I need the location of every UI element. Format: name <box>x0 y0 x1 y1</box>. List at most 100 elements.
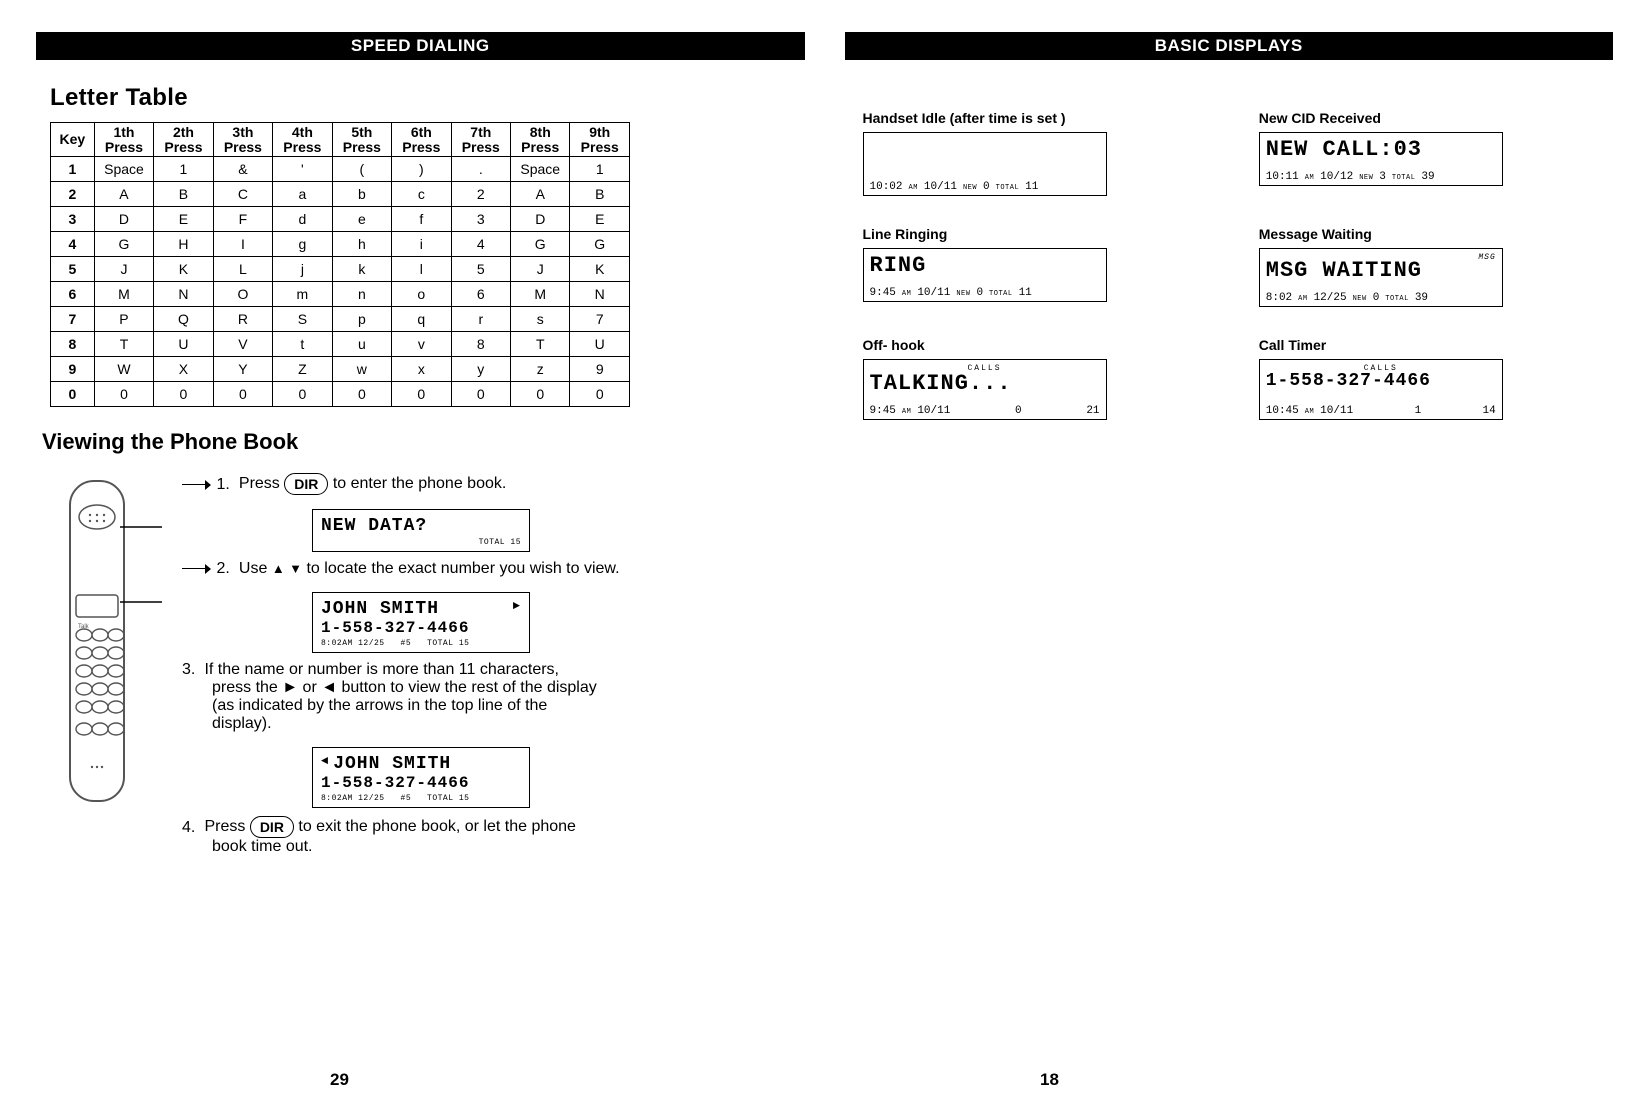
letter-table-cell: y <box>451 357 510 382</box>
card-new-cid: New CID Received NEW CALL:03 10:11AM 10/… <box>1259 110 1595 196</box>
letter-table-cell: 4 <box>451 232 510 257</box>
letter-table-header: Key <box>51 123 95 157</box>
letter-table-cell: 0 <box>213 382 272 407</box>
handset-icon: Talk <box>42 467 162 827</box>
letter-table-cell: J <box>94 257 153 282</box>
handset-illustration: Talk <box>42 467 162 870</box>
letter-table-cell: i <box>392 232 451 257</box>
speed-dialing-bar: SPEED DIALING <box>36 32 805 60</box>
table-row: 3DEFdef3DE <box>51 207 630 232</box>
letter-table-key: 6 <box>51 282 95 307</box>
letter-table-cell: . <box>451 157 510 182</box>
page-number-left: 29 <box>330 1070 349 1090</box>
letter-table-cell: 0 <box>451 382 510 407</box>
left-page: SPEED DIALING Letter Table Key1thPress2t… <box>36 32 805 870</box>
lcd-john-1: JOHN SMITH ► 1-558-327-4466 8:02AM 12/25… <box>312 592 530 653</box>
letter-table-cell: Space <box>511 157 570 182</box>
letter-table-cell: K <box>570 257 630 282</box>
letter-table-cell: F <box>213 207 272 232</box>
letter-table-cell: 1 <box>154 157 213 182</box>
letter-table-cell: 1 <box>570 157 630 182</box>
letter-table-header: 3thPress <box>213 123 272 157</box>
letter-table-cell: W <box>94 357 153 382</box>
letter-table-cell: G <box>570 232 630 257</box>
letter-table-cell: 2 <box>451 182 510 207</box>
letter-table-header: 5thPress <box>332 123 391 157</box>
letter-table-cell: L <box>213 257 272 282</box>
letter-table-cell: 0 <box>511 382 570 407</box>
table-row: 4GHIghi4GG <box>51 232 630 257</box>
letter-table-header: 4thPress <box>273 123 332 157</box>
svg-text:Talk: Talk <box>78 624 90 630</box>
lcd-john-2: ◄ JOHN SMITH 1-558-327-4466 8:02AM 12/25… <box>312 747 530 808</box>
letter-table-cell: 5 <box>451 257 510 282</box>
letter-table-key: 1 <box>51 157 95 182</box>
letter-table-cell: S <box>273 307 332 332</box>
letter-table-cell: j <box>273 257 332 282</box>
table-row: 9WXYZwxyz9 <box>51 357 630 382</box>
step-1: 1. Press DIR to enter the phone book. <box>182 473 805 495</box>
letter-table-cell: z <box>511 357 570 382</box>
letter-table-key: 2 <box>51 182 95 207</box>
letter-table-cell: a <box>273 182 332 207</box>
letter-table-cell: & <box>213 157 272 182</box>
letter-table-cell: n <box>332 282 391 307</box>
letter-table-cell: ' <box>273 157 332 182</box>
letter-table-key: 3 <box>51 207 95 232</box>
table-row: 5JKLjkl5JK <box>51 257 630 282</box>
letter-table-cell: O <box>213 282 272 307</box>
phone-book-title: Viewing the Phone Book <box>42 429 805 455</box>
card-call-timer: Call Timer CALLS 1-558-327-4466 10:45AM … <box>1259 337 1595 420</box>
letter-table-key: 9 <box>51 357 95 382</box>
letter-table-cell: u <box>332 332 391 357</box>
table-row: 6MNOmno6MN <box>51 282 630 307</box>
letter-table-header: 6thPress <box>392 123 451 157</box>
letter-table-cell: X <box>154 357 213 382</box>
letter-table-cell: B <box>570 182 630 207</box>
letter-table-key: 4 <box>51 232 95 257</box>
card-ring: Line Ringing RING 9:45AM 10/11 NEW0 TOTA… <box>863 226 1199 307</box>
letter-table-cell: U <box>154 332 213 357</box>
down-triangle-icon: ▼ <box>289 562 302 575</box>
letter-table-cell: o <box>392 282 451 307</box>
up-triangle-icon: ▲ <box>272 562 285 575</box>
dir-button-icon: DIR <box>284 473 328 495</box>
letter-table-cell: 0 <box>392 382 451 407</box>
letter-table-cell: 7 <box>570 307 630 332</box>
letter-table-cell: Space <box>94 157 153 182</box>
table-row: 0000000000 <box>51 382 630 407</box>
step-4: 4. Press DIR to exit the phone book, or … <box>182 816 805 856</box>
letter-table-cell: k <box>332 257 391 282</box>
card-idle: Handset Idle (after time is set ) 10:02A… <box>863 110 1199 196</box>
letter-table-header: 1thPress <box>94 123 153 157</box>
letter-table-cell: Z <box>273 357 332 382</box>
letter-table-key: 8 <box>51 332 95 357</box>
letter-table-cell: v <box>392 332 451 357</box>
letter-table-header: 2thPress <box>154 123 213 157</box>
letter-table-cell: J <box>511 257 570 282</box>
letter-table-cell: Y <box>213 357 272 382</box>
letter-table-cell: A <box>94 182 153 207</box>
letter-table-cell: Q <box>154 307 213 332</box>
letter-table-cell: ( <box>332 157 391 182</box>
page-number-right: 18 <box>1040 1070 1059 1090</box>
letter-table-cell: 3 <box>451 207 510 232</box>
letter-table-cell: w <box>332 357 391 382</box>
letter-table-cell: G <box>511 232 570 257</box>
letter-table-cell: h <box>332 232 391 257</box>
letter-table-cell: K <box>154 257 213 282</box>
table-row: 8TUVtuv8TU <box>51 332 630 357</box>
left-arrow-icon: ◄ <box>321 754 329 774</box>
table-row: 2ABCabc2AB <box>51 182 630 207</box>
letter-table-cell: m <box>273 282 332 307</box>
letter-table-cell: A <box>511 182 570 207</box>
letter-table-cell: c <box>392 182 451 207</box>
letter-table-cell: E <box>154 207 213 232</box>
table-row: 7PQRSpqrs7 <box>51 307 630 332</box>
letter-table-cell: 6 <box>451 282 510 307</box>
letter-table-cell: q <box>392 307 451 332</box>
letter-table-cell: t <box>273 332 332 357</box>
letter-table-cell: e <box>332 207 391 232</box>
letter-table-title: Letter Table <box>50 84 805 112</box>
letter-table-cell: 0 <box>570 382 630 407</box>
